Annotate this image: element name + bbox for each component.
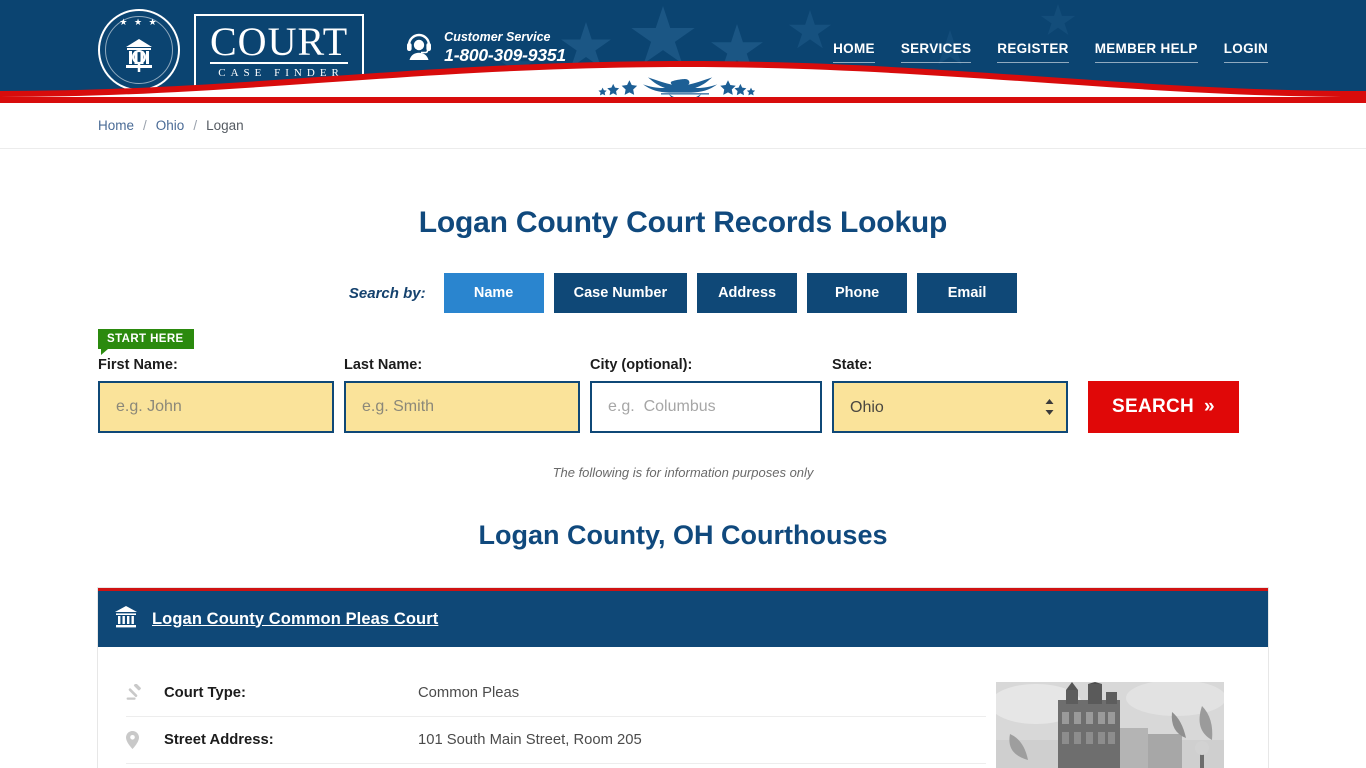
detail-row-street-address: Street Address: 101 South Main Street, R… — [126, 716, 986, 763]
courthouse-bank-icon — [113, 604, 139, 635]
breadcrumb-item-ohio[interactable]: Ohio — [156, 118, 185, 133]
courthouse-name-link[interactable]: Logan County Common Pleas Court — [152, 610, 438, 629]
courthouse-details-list: Court Type: Common Pleas Street Address:… — [126, 669, 986, 768]
detail-key: Street Address: — [164, 732, 274, 748]
breadcrumb: Home / Ohio / Logan — [0, 103, 1366, 149]
last-name-label: Last Name: — [344, 357, 423, 373]
site-header: ★ ★ ★ COURT CASE FINDER Customer Service… — [0, 0, 1366, 103]
start-here-badge: START HERE — [98, 329, 194, 355]
detail-row-court-type: Court Type: Common Pleas — [126, 669, 986, 716]
search-button[interactable]: SEARCH » — [1088, 381, 1239, 433]
city-field-group: City (optional): — [590, 357, 822, 433]
detail-value: Common Pleas — [418, 684, 520, 701]
courthouse-photo — [996, 682, 1224, 768]
detail-value: 101 South Main Street, Room 205 — [418, 732, 642, 748]
breadcrumb-item-logan: Logan — [206, 118, 244, 133]
last-name-input[interactable] — [344, 381, 580, 433]
seal-stars: ★ ★ ★ — [119, 17, 159, 27]
breadcrumb-separator: / — [193, 118, 198, 133]
first-name-label: First Name: — [98, 357, 178, 373]
search-button-label: SEARCH — [1112, 396, 1195, 417]
first-name-input[interactable] — [98, 381, 334, 433]
search-type-tabs: Search by: Name Case Number Address Phon… — [98, 273, 1268, 313]
header-red-rule — [0, 97, 1366, 103]
breadcrumb-item-home[interactable]: Home — [98, 118, 134, 133]
customer-service-label: Customer Service — [444, 30, 551, 44]
tab-case-number[interactable]: Case Number — [553, 273, 688, 313]
information-disclaimer: The following is for information purpose… — [552, 465, 814, 480]
double-chevron-right-icon: » — [1204, 396, 1215, 417]
detail-key: Court Type: — [164, 684, 246, 701]
page-title: Logan County Court Records Lookup — [418, 206, 948, 239]
courthouses-section-title: Logan County, OH Courthouses — [478, 520, 888, 550]
courthouse-card: Logan County Common Pleas Court Court Ty… — [98, 588, 1268, 768]
search-form: START HERE First Name: Last Name: City (… — [98, 329, 1268, 433]
state-select[interactable]: Ohio — [832, 381, 1068, 433]
detail-row-city: City: Bellefontaine — [126, 763, 986, 768]
gavel-icon — [126, 683, 164, 701]
state-field-group: State: Ohio — [832, 357, 1068, 433]
tab-name[interactable]: Name — [443, 273, 544, 313]
map-pin-icon — [126, 731, 164, 749]
tab-email[interactable]: Email — [917, 273, 1018, 313]
courthouse-card-header: Logan County Common Pleas Court — [98, 591, 1268, 647]
breadcrumb-separator: / — [143, 118, 147, 133]
last-name-field-group: Last Name: — [344, 357, 580, 433]
city-input[interactable] — [590, 381, 822, 433]
tab-address[interactable]: Address — [697, 273, 798, 313]
search-by-label: Search by: — [348, 284, 426, 302]
first-name-field-group: First Name: — [98, 357, 334, 433]
city-label: City (optional): — [590, 357, 693, 373]
state-label: State: — [832, 357, 873, 373]
main-content: Logan County Court Records Lookup Search… — [0, 206, 1366, 768]
tab-phone[interactable]: Phone — [807, 273, 908, 313]
